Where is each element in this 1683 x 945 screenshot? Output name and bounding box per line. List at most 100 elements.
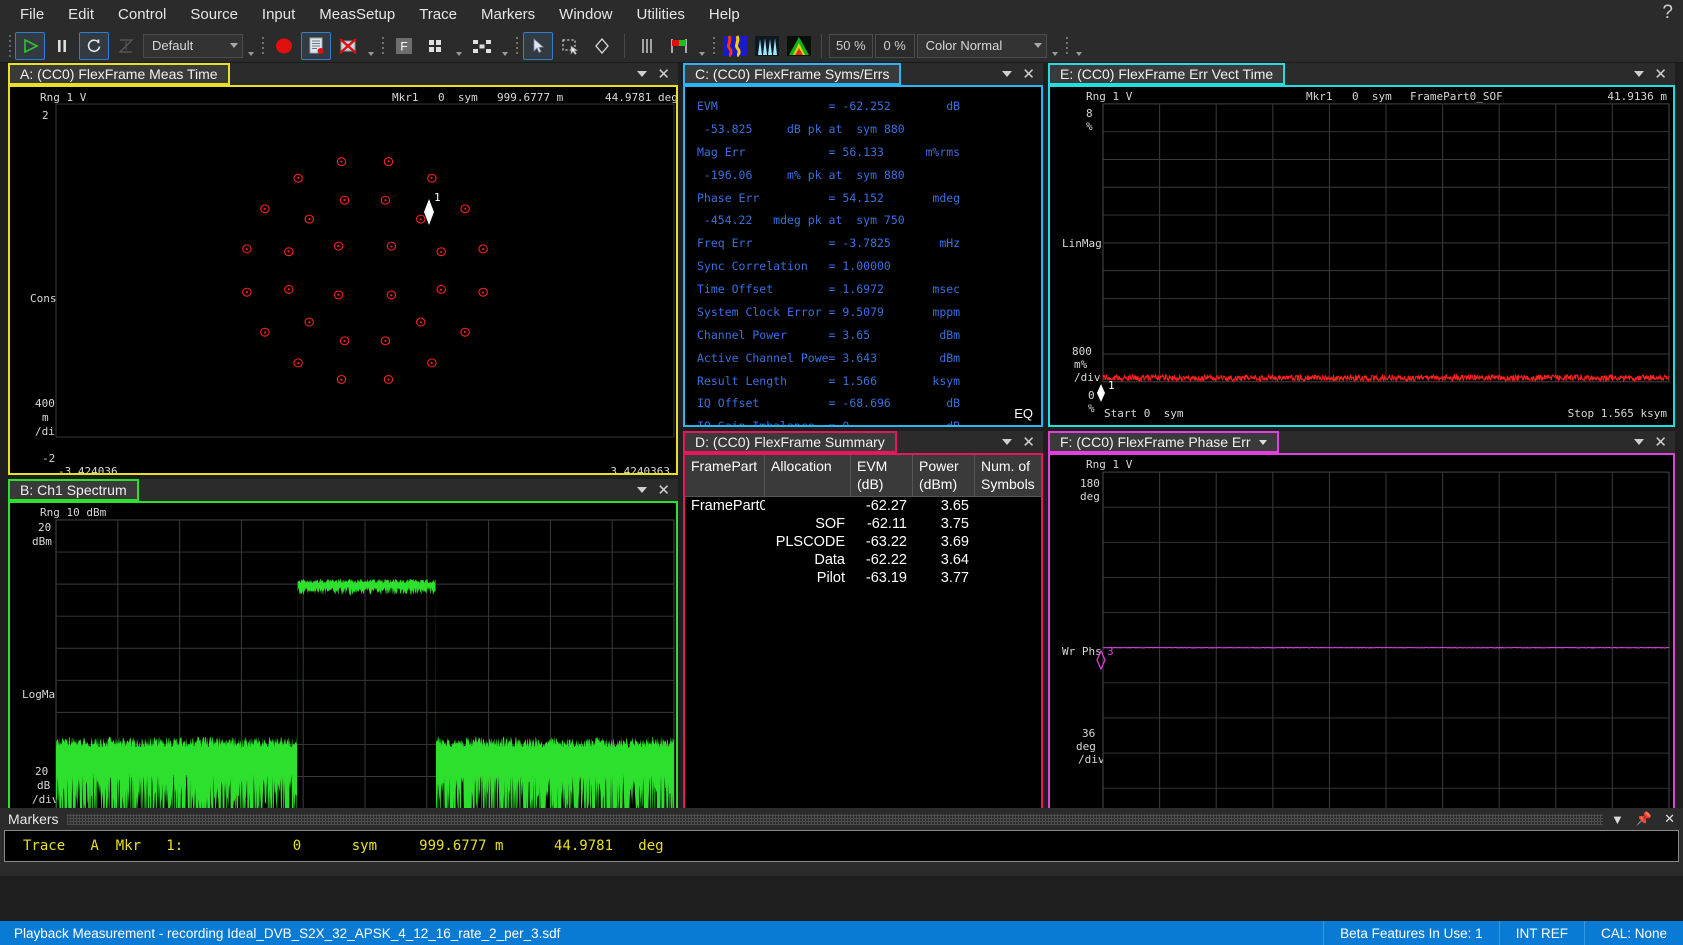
markers-dock-actions[interactable]: ▼ 📌 ✕ [1611, 811, 1675, 827]
chevron-down-icon-2[interactable] [1034, 43, 1042, 48]
panel-d-body[interactable]: FramePartAllocationEVM (dB)Power (dBm)Nu… [683, 453, 1043, 869]
panel-c-actions[interactable]: ✕ [1002, 63, 1043, 85]
trace-layout-caret-icon[interactable] [499, 33, 511, 59]
panel-a-menu-caret-icon[interactable] [637, 71, 647, 77]
panel-err-vect-time[interactable]: E: (CC0) FlexFrame Err Vect Time ✕ Rng 1… [1048, 63, 1675, 427]
pause-icon[interactable] [47, 32, 77, 60]
panel-b-actions[interactable]: ✕ [637, 479, 678, 501]
panel-phase-err[interactable]: F: (CC0) FlexFrame Phase Err ✕ Rng 1 V E… [1048, 431, 1675, 869]
chevron-down-icon[interactable] [230, 43, 238, 48]
preset-combo[interactable]: Default [143, 34, 243, 58]
panel-b-tab[interactable]: B: Ch1 Spectrum [8, 479, 139, 501]
toolbar-grip-3[interactable] [379, 33, 387, 59]
help-question-icon[interactable]: ? [1662, 2, 1673, 24]
panel-e-actions[interactable]: ✕ [1634, 63, 1675, 85]
summary-table-rows[interactable]: FramePart0-62.273.651566SOF-62.113.7526P… [685, 497, 1041, 587]
panel-b-close-icon[interactable]: ✕ [657, 483, 670, 498]
panel-b-menu-caret-icon[interactable] [637, 487, 647, 493]
panel-c-titlebar[interactable]: C: (CC0) FlexFrame Syms/Errs ✕ [683, 63, 1043, 85]
panel-a-actions[interactable]: ✕ [637, 63, 678, 85]
toolbar-grip-2[interactable] [259, 33, 267, 59]
panel-e-menu-caret-icon[interactable] [1634, 71, 1644, 77]
panel-f-actions[interactable]: ✕ [1634, 431, 1675, 453]
summary-table[interactable]: FramePartAllocationEVM (dB)Power (dBm)Nu… [685, 455, 1041, 587]
restart-icon[interactable] [79, 32, 109, 60]
panel-e-titlebar[interactable]: E: (CC0) FlexFrame Err Vect Time ✕ [1048, 63, 1675, 85]
menu-item-help[interactable]: Help [697, 2, 752, 27]
panel-syms-errs[interactable]: C: (CC0) FlexFrame Syms/Errs ✕ EVM = -62… [683, 63, 1043, 427]
menu-item-window[interactable]: Window [547, 2, 624, 27]
panel-c-body[interactable]: EVM = -62.252 dB -53.825 dB pk at sym 88… [683, 85, 1043, 427]
persistence-percent-field[interactable]: 50 % [829, 34, 873, 58]
grid-layout-icon[interactable] [421, 32, 451, 60]
markers-dock[interactable]: Markers ▼ 📌 ✕ Trace A Mkr 1: 0 sym 999.6… [0, 808, 1683, 876]
panel-f-tab-caret-icon[interactable] [1259, 440, 1267, 445]
markers-dock-menu-caret-icon[interactable]: ▼ [1611, 812, 1624, 827]
toolbar-overflow-caret-icon[interactable] [1073, 33, 1085, 59]
menu-item-meassetup[interactable]: MeasSetup [307, 2, 407, 27]
toolbar-grip-6[interactable] [1063, 33, 1071, 59]
panel-a-titlebar[interactable]: A: (CC0) FlexFrame Meas Time ✕ [8, 63, 678, 85]
report-icon[interactable] [301, 32, 331, 60]
table-row[interactable]: FramePart0-62.273.651566 [685, 497, 1041, 515]
color-overflow-caret-icon[interactable] [1049, 33, 1061, 59]
menu-item-source[interactable]: Source [178, 2, 250, 27]
pointer-icon[interactable] [523, 32, 553, 60]
color-mode-combo[interactable]: Color Normal [917, 34, 1047, 58]
marker-diamond-icon[interactable] [587, 32, 617, 60]
panel-a-body[interactable]: Rng 1 V Mkr1 0 sym 999.6777 m 44.9781 de… [8, 85, 678, 475]
table-row[interactable]: Pilot-63.193.7736 [685, 569, 1041, 587]
panel-f-menu-caret-icon[interactable] [1634, 439, 1644, 445]
flag-caret-icon[interactable] [696, 33, 708, 59]
markers-dock-header[interactable]: Markers ▼ 📌 ✕ [0, 808, 1683, 830]
floor-percent-field[interactable]: 0 % [875, 34, 915, 58]
menu-item-file[interactable]: File [8, 2, 56, 27]
markers-dock-drag-handle[interactable] [67, 814, 1603, 825]
trigger-icon[interactable] [111, 32, 141, 60]
record-overflow-caret-icon[interactable] [365, 33, 377, 59]
panel-c-menu-caret-icon[interactable] [1002, 71, 1012, 77]
play-icon[interactable] [15, 32, 45, 60]
panel-f-plot[interactable] [1050, 455, 1673, 867]
close-icon[interactable]: ✕ [1664, 811, 1675, 827]
panel-a-close-icon[interactable]: ✕ [657, 67, 670, 82]
menu-item-markers[interactable]: Markers [469, 2, 547, 27]
menu-item-utilities[interactable]: Utilities [625, 2, 697, 27]
panel-a-plot[interactable] [10, 87, 676, 473]
panel-c-close-icon[interactable]: ✕ [1022, 67, 1035, 82]
markers-readout-box[interactable]: Trace A Mkr 1: 0 sym 999.6777 m 44.9781 … [4, 830, 1679, 862]
table-row[interactable]: SOF-62.113.7526 [685, 515, 1041, 533]
preset-overflow-caret-icon[interactable] [245, 33, 257, 59]
panel-d-tab[interactable]: D: (CC0) FlexFrame Summary [683, 431, 897, 453]
marquee-select-icon[interactable] [555, 32, 585, 60]
toolbar-grip[interactable] [6, 34, 13, 58]
table-row[interactable]: Data-62.223.641440 [685, 551, 1041, 569]
panel-d-menu-caret-icon[interactable] [1002, 439, 1012, 445]
panel-meas-time[interactable]: A: (CC0) FlexFrame Meas Time ✕ Rng 1 V M… [8, 63, 678, 475]
panel-a-tab[interactable]: A: (CC0) FlexFrame Meas Time [8, 63, 230, 85]
panel-summary[interactable]: D: (CC0) FlexFrame Summary ✕ FramePartAl… [683, 431, 1043, 869]
table-row[interactable]: PLSCODE-63.223.6964 [685, 533, 1041, 551]
panel-e-plot[interactable] [1050, 87, 1673, 425]
layout-caret-icon[interactable] [453, 33, 465, 59]
bars-icon[interactable] [632, 32, 662, 60]
toolbar-grip-5[interactable] [710, 33, 718, 59]
menu-item-trace[interactable]: Trace [407, 2, 469, 27]
menu-item-input[interactable]: Input [250, 2, 307, 27]
f-icon[interactable]: F [389, 32, 419, 60]
panel-c-tab[interactable]: C: (CC0) FlexFrame Syms/Errs [683, 63, 901, 85]
pin-icon[interactable]: 📌 [1636, 811, 1652, 827]
panel-e-body[interactable]: Rng 1 V Mkr1 0 sym FramePart0_SOF 41.913… [1048, 85, 1675, 427]
panel-f-titlebar[interactable]: F: (CC0) FlexFrame Phase Err ✕ [1048, 431, 1675, 453]
menu-item-edit[interactable]: Edit [56, 2, 106, 27]
panel-f-close-icon[interactable]: ✕ [1654, 435, 1667, 450]
trace-layout-icon[interactable] [467, 32, 497, 60]
panel-f-body[interactable]: Rng 1 V EQ 180 deg Wr Phs 36 deg /div -1… [1048, 453, 1675, 869]
panel-f-tab[interactable]: F: (CC0) FlexFrame Phase Err [1048, 431, 1279, 453]
menu-item-control[interactable]: Control [106, 2, 178, 27]
panel-d-close-icon[interactable]: ✕ [1022, 435, 1035, 450]
panel-b-titlebar[interactable]: B: Ch1 Spectrum ✕ [8, 479, 678, 501]
panel-e-tab[interactable]: E: (CC0) FlexFrame Err Vect Time [1048, 63, 1285, 85]
toolbar-grip-4[interactable] [513, 33, 521, 59]
panel-d-titlebar[interactable]: D: (CC0) FlexFrame Summary ✕ [683, 431, 1043, 453]
